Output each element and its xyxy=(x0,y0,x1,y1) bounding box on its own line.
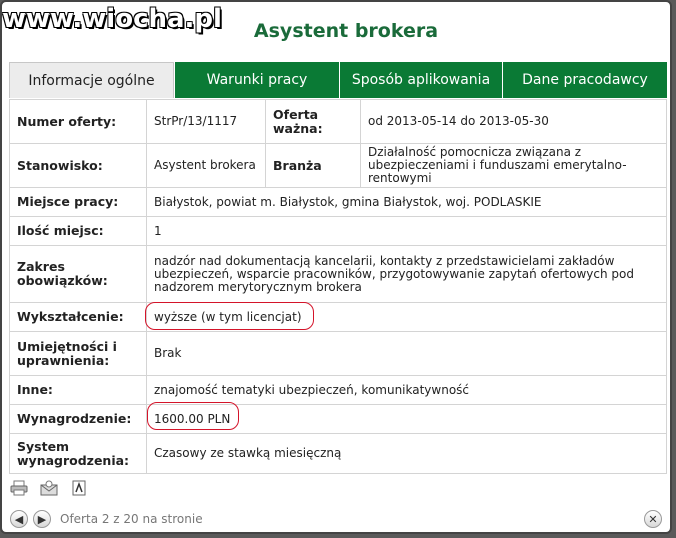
table-row: Numer oferty: StrPr/13/1117 Oferta ważna… xyxy=(9,99,667,144)
table-row: Inne: znajomość tematyki ubezpieczeń, ko… xyxy=(9,375,667,405)
industry-value: Działalność pomocnicza związana z ubezpi… xyxy=(360,143,667,188)
arrow-right-icon[interactable]: ▶ xyxy=(33,510,51,528)
pay-system-label: System wynagrodzenia: xyxy=(9,433,147,474)
salary-label: Wynagrodzenie: xyxy=(9,404,147,434)
pagination-footer: ◀ ▶ Oferta 2 z 20 na stronie ✕ xyxy=(10,508,666,530)
table-row: Ilość miejsc: 1 xyxy=(9,216,667,246)
education-label: Wykształcenie: xyxy=(9,302,147,332)
table-row: Zakres obowiązków: nadzór nad dokumentac… xyxy=(9,245,667,303)
duties-value: nadzór nad dokumentacją kancelarii, kont… xyxy=(146,245,667,303)
table-row: Umiejętności i uprawnienia: Brak xyxy=(9,331,667,376)
offer-number-value: StrPr/13/1117 xyxy=(146,99,266,144)
watermark-logo: www.wiocha.pl xyxy=(2,4,222,34)
workplace-value: Białystok, powiat m. Białystok, gmina Bi… xyxy=(146,187,667,217)
close-icon[interactable]: ✕ xyxy=(644,510,662,528)
tab-general-info[interactable]: Informacje ogólne xyxy=(9,62,174,98)
vacancies-label: Ilość miejsc: xyxy=(9,216,147,246)
position-label: Stanowisko: xyxy=(9,143,147,188)
page-info: Oferta 2 z 20 na stronie xyxy=(60,512,203,526)
pdf-icon[interactable] xyxy=(70,480,88,496)
skills-value: Brak xyxy=(146,331,667,376)
industry-label: Branża xyxy=(265,143,361,188)
tab-application-method[interactable]: Sposób aplikowania xyxy=(339,62,502,98)
table-row: Wynagrodzenie: 1600.00 PLN xyxy=(9,404,667,434)
tab-bar: Informacje ogólne Warunki pracy Sposób a… xyxy=(9,62,667,98)
workplace-label: Miejsce pracy: xyxy=(9,187,147,217)
table-row: Miejsce pracy: Białystok, powiat m. Biał… xyxy=(9,187,667,217)
vacancies-value: 1 xyxy=(146,216,667,246)
duties-label: Zakres obowiązków: xyxy=(9,245,147,303)
position-value: Asystent brokera xyxy=(146,143,266,188)
skills-label: Umiejętności i uprawnienia: xyxy=(9,331,147,376)
tab-employer-data[interactable]: Dane pracodawcy xyxy=(502,62,667,98)
table-row: System wynagrodzenia: Czasowy ze stawką … xyxy=(9,433,667,474)
table-row: Wykształcenie: wyższe (w tym licencjat) xyxy=(9,302,667,332)
tab-work-conditions[interactable]: Warunki pracy xyxy=(174,62,339,98)
other-label: Inne: xyxy=(9,375,147,405)
printer-icon[interactable] xyxy=(10,480,28,496)
education-value: wyższe (w tym licencjat) xyxy=(146,302,667,332)
offer-details-table: Numer oferty: StrPr/13/1117 Oferta ważna… xyxy=(9,99,667,474)
action-icons xyxy=(10,480,88,496)
offer-valid-label: Oferta ważna: xyxy=(265,99,361,144)
offer-valid-value: od 2013-05-14 do 2013-05-30 xyxy=(360,99,667,144)
email-icon[interactable] xyxy=(40,480,58,496)
table-row: Stanowisko: Asystent brokera Branża Dzia… xyxy=(9,143,667,188)
arrow-left-icon[interactable]: ◀ xyxy=(10,510,28,528)
other-value: znajomość tematyki ubezpieczeń, komunika… xyxy=(146,375,667,405)
offer-number-label: Numer oferty: xyxy=(9,99,147,144)
offer-dialog: Asystent brokera Informacje ogólne Warun… xyxy=(0,0,672,534)
salary-value: 1600.00 PLN xyxy=(146,404,667,434)
pay-system-value: Czasowy ze stawką miesięczną xyxy=(146,433,667,474)
